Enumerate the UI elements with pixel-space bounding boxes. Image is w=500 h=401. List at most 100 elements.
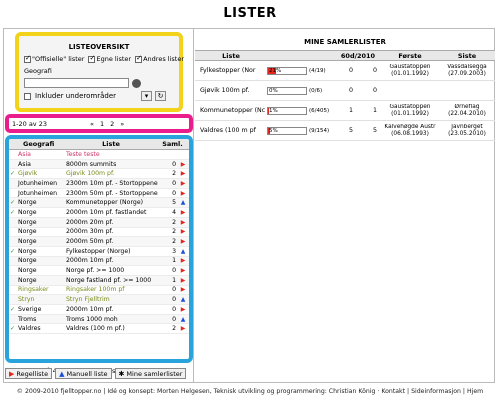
first-summit-date: (01.01.1992) xyxy=(391,110,429,117)
last-summit-name[interactable]: Ørneflag xyxy=(439,104,495,111)
list-row[interactable]: Norge 2000m 20m pf. 2 ▶ xyxy=(9,217,189,228)
col-list[interactable]: Liste xyxy=(195,52,267,60)
progress-bar: 5% xyxy=(267,126,307,135)
col-geography[interactable]: Geografi xyxy=(9,140,66,148)
list-row[interactable]: Norge Norge fastland pf. >= 1000 1 ▶ xyxy=(9,275,189,286)
collecting-check-icon: ✓ xyxy=(9,325,16,333)
own-lists-label: Egne lister xyxy=(96,55,132,63)
row-list-name[interactable]: 2000m 10m pf. xyxy=(66,306,167,313)
my-list-name[interactable]: Gjøvik 100m pf. xyxy=(195,87,267,94)
row-collector-count: 2 xyxy=(172,238,176,246)
row-list-name[interactable]: 2000m 10m pf. xyxy=(66,257,167,264)
search-icon[interactable] xyxy=(132,78,141,88)
row-geography: Ringsaker xyxy=(18,286,49,294)
first-summit-name[interactable]: Kalvehøgde Austr xyxy=(381,124,439,131)
next-page-button[interactable]: » xyxy=(120,120,124,128)
my-list-row[interactable]: Fylkestopper (Nor 21% (4/19) 0 0 Gaustatoppen… xyxy=(195,61,495,81)
prev-page-button[interactable]: « xyxy=(90,120,94,128)
my-list-row[interactable]: Gjøvik 100m pf. 0% (0/6) 0 0 xyxy=(195,81,495,101)
list-row[interactable]: Norge 2000m 50m pf. 2 ▶ xyxy=(9,237,189,247)
progress-percent: 21% xyxy=(269,67,282,74)
first-summit-name[interactable]: Gaustatoppen xyxy=(381,64,439,71)
filter-button[interactable]: ▾ xyxy=(141,91,153,101)
my-list-name[interactable]: Kommunetopper (Nc xyxy=(195,107,267,114)
list-row[interactable]: ✓ Norge Fylkestopper (Norge) 3 ▲ xyxy=(9,247,189,257)
recent-counts: 55 xyxy=(335,127,381,134)
row-geography: Troms xyxy=(18,315,37,323)
progress-fraction: (0/6) xyxy=(309,87,323,94)
row-list-name[interactable]: Ringsaker 100m pf xyxy=(66,286,167,293)
row-geography: Valdres xyxy=(18,325,41,333)
row-list-name[interactable]: Stryn Fjelltrim xyxy=(66,296,167,303)
my-list-name[interactable]: Valdres (100 m pf xyxy=(195,127,267,134)
row-list-name[interactable]: 2000m 10m pf. fastlandet xyxy=(66,209,167,216)
own-lists-checkbox[interactable]: Egne lister xyxy=(88,54,132,63)
row-list-name[interactable]: 2300m 10m pf. - Stortoppene xyxy=(66,180,167,187)
first-summit-date: (01.01.1992) xyxy=(391,70,429,77)
official-lists-label: "Offisielle" lister xyxy=(32,55,85,63)
row-list-name[interactable]: Gjøvik 100m pf. xyxy=(66,170,167,177)
page-2-link[interactable]: 2 xyxy=(110,120,114,128)
row-list-name[interactable]: Kommunetopper (Norge) xyxy=(66,199,167,206)
row-collector-count: 0 xyxy=(172,160,176,168)
row-list-name[interactable]: 2000m 50m pf. xyxy=(66,238,167,245)
row-collector-count: 0 xyxy=(172,267,176,275)
list-row[interactable]: Norge 2000m 10m pf. 1 ▶ xyxy=(9,256,189,267)
first-summit-date: (06.08.1993) xyxy=(391,130,429,137)
overview-title: LISTEOVERSIKT xyxy=(68,43,130,51)
row-list-name[interactable]: 2000m 20m pf. xyxy=(66,219,167,226)
list-row[interactable]: Stryn Stryn Fjelltrim 0 ▲ xyxy=(9,295,189,305)
row-list-name[interactable]: 2000m 30m pf. xyxy=(66,228,167,235)
row-collector-count: 2 xyxy=(172,228,176,236)
my-list-row[interactable]: Kommunetopper (Nc 1% (6/405) 1 1 Gaustatoppen… xyxy=(195,101,495,121)
list-row[interactable]: ✓ Gjøvik Gjøvik 100m pf. 2 ▶ xyxy=(9,169,189,180)
geography-input[interactable] xyxy=(24,78,129,88)
manual-list-button[interactable]: ▲ Manuell liste xyxy=(55,368,112,379)
list-row[interactable]: Troms Troms 1000 moh 0 ▲ xyxy=(9,314,189,325)
my-lists-title: MINE SAMLERLISTER xyxy=(304,38,386,46)
others-lists-checkbox[interactable]: Andres lister xyxy=(135,54,184,63)
list-row[interactable]: Ringsaker Ringsaker 100m pf 0 ▶ xyxy=(9,286,189,296)
my-list-row[interactable]: Valdres (100 m pf 5% (9/154) 5 5 Kalvehøgde A… xyxy=(195,121,495,141)
list-row[interactable]: Jotunheimen 2300m 10m pf. - Stortoppene 0 ▶ xyxy=(9,179,189,189)
row-list-name[interactable]: Valdres (100 m pf.) xyxy=(66,325,167,332)
row-list-name[interactable]: Norge fastland pf. >= 1000 xyxy=(66,277,167,284)
my-list-name[interactable]: Fylkestopper (Nor xyxy=(195,67,267,74)
my-collector-lists-button[interactable]: ✱ Mine samlerlister xyxy=(114,368,187,379)
row-list-name[interactable]: Norge pf. >= 1000 xyxy=(66,267,167,274)
row-geography: Asia xyxy=(18,160,31,168)
left-panel: LISTEOVERSIKT "Offisielle" lister Egne l… xyxy=(3,28,194,383)
count-60d: 5 xyxy=(349,127,354,134)
col-last[interactable]: Siste xyxy=(439,52,495,60)
list-row[interactable]: Norge Norge pf. >= 1000 0 ▶ xyxy=(9,266,189,276)
last-summit-name[interactable]: Vassdalsegga xyxy=(439,64,495,71)
recent-counts: 00 xyxy=(335,67,381,74)
list-row[interactable]: Norge 2000m 30m pf. 2 ▶ xyxy=(9,228,189,238)
last-summit-name[interactable]: Javnberget xyxy=(439,124,495,131)
col-60d[interactable]: 60d/2010 xyxy=(335,52,381,60)
list-row[interactable]: ✓ Norge 2000m 10m pf. fastlandet 4 ▶ xyxy=(9,208,189,218)
row-list-name[interactable]: Fylkestopper (Norge) xyxy=(66,248,167,255)
col-collectors[interactable]: Saml. xyxy=(156,140,189,148)
row-list-name[interactable]: Troms 1000 moh xyxy=(66,316,167,323)
rule-list-icon: ▶ xyxy=(180,286,186,294)
checkbox-icon xyxy=(135,54,143,63)
rule-list-button[interactable]: ▶ Regelliste xyxy=(5,368,53,379)
include-subareas-checkbox[interactable] xyxy=(24,92,31,100)
first-summit-name[interactable]: Gaustatoppen xyxy=(381,104,439,111)
col-list[interactable]: Liste xyxy=(66,140,156,148)
row-list-name[interactable]: 8000m summits xyxy=(66,161,167,168)
row-list-name[interactable]: 2300m 50m pf. - Stortoppene xyxy=(66,190,167,197)
row-list-name[interactable]: Teste teste xyxy=(66,151,167,158)
refresh-icon[interactable]: ↻ xyxy=(155,91,167,101)
list-row[interactable]: ✓ Norge Kommunetopper (Norge) 5 ▲ xyxy=(9,198,189,209)
list-row[interactable]: Asia 8000m summits 0 ▶ xyxy=(9,159,189,170)
progress-percent: 1% xyxy=(269,107,278,114)
list-row[interactable]: Jotunheimen 2300m 50m pf. - Stortoppene 0 ▶ xyxy=(9,189,189,199)
list-row[interactable]: ✓ Valdres Valdres (100 m pf.) 2 ▶ xyxy=(9,324,189,335)
list-row[interactable]: ✓ Sverige 2000m 10m pf. 0 ▶ xyxy=(9,305,189,315)
page-1-link[interactable]: 1 xyxy=(100,120,104,128)
official-lists-checkbox[interactable]: "Offisielle" lister xyxy=(24,54,85,63)
list-row[interactable]: Asia Teste teste xyxy=(9,150,189,160)
col-first[interactable]: Første xyxy=(381,52,439,60)
